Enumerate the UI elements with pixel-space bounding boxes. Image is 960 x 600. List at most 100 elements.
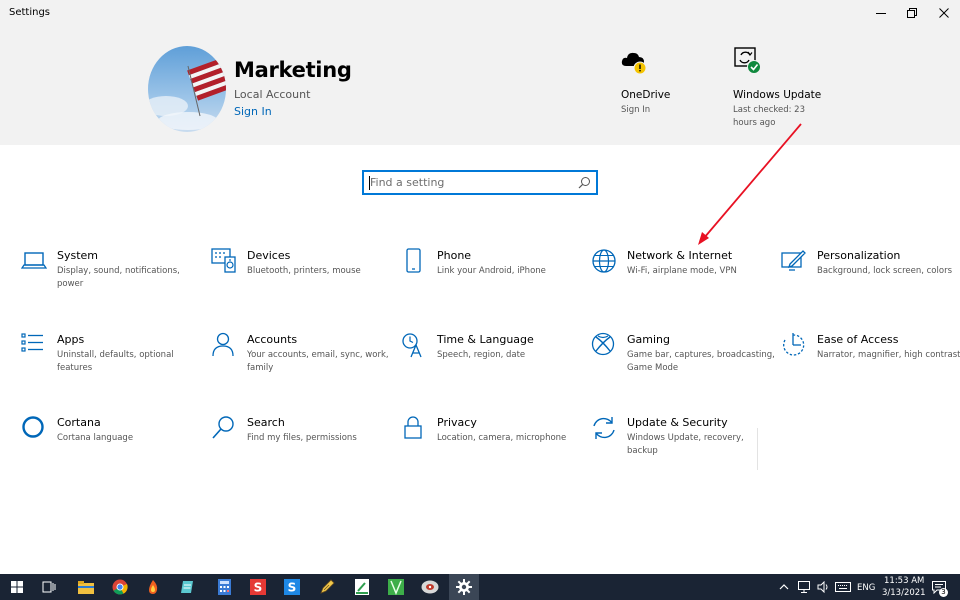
tile-name: Apps — [57, 333, 85, 346]
clock-time[interactable]: 11:53 AM — [884, 576, 924, 586]
network-icon — [798, 581, 810, 593]
tile-name: Privacy — [437, 416, 477, 429]
tile-apps[interactable]: Apps Uninstall, defaults, optional featu… — [21, 332, 201, 402]
onedrive-status: Sign In — [621, 105, 651, 115]
svg-text:S: S — [254, 581, 263, 595]
disc-icon — [421, 580, 439, 594]
pen-icon — [320, 579, 335, 594]
notes-icon — [181, 581, 193, 593]
tile-description: Display, sound, notifications, power — [57, 266, 180, 289]
clock-date[interactable]: 3/13/2021 — [882, 588, 926, 598]
tile-cortana[interactable]: Cortana Cortana language — [21, 415, 201, 485]
tile-time-language[interactable]: Time & Language Speech, region, date — [401, 332, 581, 402]
action-center-button[interactable] — [926, 574, 952, 600]
notification-count-badge: 3 — [939, 588, 948, 597]
title-bar: Settings — [0, 0, 960, 28]
tile-name: Phone — [437, 249, 472, 262]
taskbar-app-notes[interactable] — [173, 574, 203, 600]
taskbar-chrome[interactable] — [105, 574, 135, 600]
task-view-icon — [42, 581, 56, 593]
close-button[interactable] — [927, 0, 960, 26]
tile-name: Accounts — [247, 333, 298, 346]
taskbar-app-disc[interactable] — [415, 574, 445, 600]
tile-description: Link your Android, iPhone — [437, 266, 546, 276]
tile-name: Cortana — [57, 416, 101, 429]
close-icon — [939, 8, 949, 18]
tile-name: Gaming — [627, 333, 670, 346]
language-indicator[interactable]: ENG — [857, 583, 875, 593]
keyboard-icon — [835, 582, 851, 592]
tile-search[interactable]: Search Find my files, permissions — [211, 415, 391, 485]
chevron-up-icon — [779, 584, 789, 590]
onedrive-title: OneDrive — [621, 89, 671, 101]
tile-name: Devices — [247, 249, 291, 262]
search-icon — [212, 416, 234, 439]
cortana-icon — [22, 416, 44, 438]
tile-divider — [757, 428, 758, 470]
taskbar-app-document[interactable] — [347, 574, 377, 600]
tile-ease-of-access[interactable]: Ease of Access Narrator, magnifier, high… — [781, 332, 960, 402]
tile-description: Wi-Fi, airplane mode, VPN — [627, 266, 737, 276]
account-sign-in-link[interactable]: Sign In — [234, 105, 272, 118]
taskbar-settings[interactable] — [449, 574, 479, 600]
avatar[interactable] — [148, 46, 226, 132]
tile-accounts[interactable]: Accounts Your accounts, email, sync, wor… — [211, 332, 391, 402]
tile-gaming[interactable]: Gaming Game bar, captures, broadcasting,… — [591, 332, 775, 402]
windows-update-status-line2: hours ago — [733, 118, 776, 128]
tile-personalization[interactable]: Personalization Background, lock screen,… — [781, 248, 960, 318]
start-button[interactable] — [2, 574, 32, 600]
tile-description: Location, camera, microphone — [437, 433, 567, 443]
minimize-button[interactable] — [864, 0, 898, 26]
tray-overflow-button[interactable] — [774, 574, 794, 600]
tile-description: Background, lock screen, colors — [817, 266, 952, 276]
tile-name: Network & Internet — [627, 249, 733, 262]
lock-icon — [404, 416, 422, 439]
avatar-flag-image — [148, 46, 226, 132]
person-icon — [212, 332, 234, 357]
tile-devices[interactable]: Devices Bluetooth, printers, mouse — [211, 248, 391, 318]
windows-update-status-line1: Last checked: 23 — [733, 105, 805, 115]
tile-name: Search — [247, 416, 285, 429]
tile-description: Game bar, captures, broadcasting, Game M… — [627, 350, 775, 373]
taskbar-app-pen[interactable] — [312, 574, 342, 600]
search-icon[interactable] — [578, 176, 591, 189]
time-language-icon — [402, 333, 422, 358]
tile-name: Update & Security — [627, 416, 728, 429]
tile-description: Speech, region, date — [437, 350, 526, 360]
maximize-button[interactable] — [895, 0, 929, 26]
account-header: Marketing Local Account Sign In OneDrive… — [0, 28, 960, 145]
taskbar: S S ENG 11:53 AM 3/13/2021 3 — [0, 574, 960, 600]
taskbar-calculator[interactable] — [209, 574, 239, 600]
tray-volume[interactable] — [814, 574, 832, 600]
taskbar-app-s-blue[interactable]: S — [277, 574, 307, 600]
account-name: Marketing — [234, 58, 352, 82]
ease-of-access-icon — [783, 333, 805, 356]
apps-list-icon — [21, 333, 43, 352]
tile-name: Time & Language — [437, 333, 534, 346]
s-app-blue-icon: S — [284, 579, 300, 595]
tile-description: Windows Update, recovery, backup — [627, 433, 744, 456]
taskbar-app-s-red[interactable]: S — [243, 574, 273, 600]
tile-description: Bluetooth, printers, mouse — [247, 266, 361, 276]
taskbar-file-explorer[interactable] — [71, 574, 101, 600]
search-input[interactable] — [370, 174, 570, 191]
cloud-warning-icon — [621, 52, 647, 75]
taskbar-app-flame[interactable] — [138, 574, 168, 600]
tray-network[interactable] — [795, 574, 813, 600]
xbox-icon — [591, 332, 615, 356]
taskbar-app-green[interactable] — [381, 574, 411, 600]
tile-network-internet[interactable]: Network & Internet Wi-Fi, airplane mode,… — [591, 248, 771, 318]
search-box[interactable] — [362, 170, 598, 195]
task-view-button[interactable] — [34, 574, 64, 600]
svg-text:S: S — [288, 581, 297, 595]
tile-privacy[interactable]: Privacy Location, camera, microphone — [401, 415, 581, 485]
restore-icon — [907, 8, 917, 18]
paint-icon — [781, 250, 806, 271]
tile-name: Personalization — [817, 249, 901, 262]
tray-keyboard[interactable] — [833, 574, 853, 600]
window-title: Settings — [9, 7, 51, 18]
phone-icon — [406, 248, 421, 273]
tile-phone[interactable]: Phone Link your Android, iPhone — [401, 248, 581, 318]
tile-update-security[interactable]: Update & Security Windows Update, recove… — [591, 415, 771, 485]
tile-system[interactable]: System Display, sound, notifications, po… — [21, 248, 201, 318]
